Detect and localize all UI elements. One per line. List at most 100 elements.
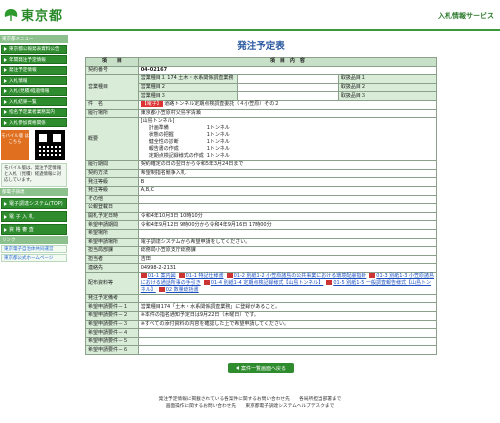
sidebar-item-bid-progress[interactable]: 入札(見積)経過情報 bbox=[1, 86, 67, 96]
business-category-label: 営業種目２ bbox=[137, 82, 238, 93]
outline-item: 状態の把握 1トンネル bbox=[141, 132, 434, 139]
business-category-value: 174 土木・水系関係調査業務 bbox=[167, 75, 234, 82]
e-bidding-label: 電 子 入 札 bbox=[9, 214, 34, 220]
back-to-list-button[interactable]: 案件一覧画面へ戻る bbox=[228, 363, 294, 374]
footer-helpdesk-line: 画面操作に関するお問い合わせ先 東京都電子調達システムヘルプデスクまで bbox=[165, 404, 335, 409]
sidebar-item-qualification[interactable]: 入札参加資格関係 bbox=[1, 118, 67, 127]
link-tokyo-homepage[interactable]: 東京都公式ホームページ bbox=[1, 254, 67, 262]
pdf-icon bbox=[178, 272, 185, 278]
outline-cell: [山島トンネル] 計画準備 1トンネル 状態の把握 1トンネル 健全性の診断 1トンネ… bbox=[137, 117, 438, 162]
row-value bbox=[137, 293, 438, 304]
header-content: 項 目 内 容 bbox=[137, 57, 438, 67]
row-value: 令和4年9月12日 9時00分から令和4年9月16日 17時00分 bbox=[137, 220, 438, 230]
procurement-top-button[interactable]: 電子調達システム(TOP) bbox=[1, 198, 67, 209]
table-row: 担当者 吉田 bbox=[85, 254, 438, 265]
row-value: 令和4年10月3日 10時10分 bbox=[137, 211, 438, 222]
row-value bbox=[137, 203, 438, 213]
sidebar-item-announcement[interactable]: 東京都公報発表資料公告 bbox=[1, 44, 67, 54]
table-row: 開札予定日時 令和4年10月3日 10時10分 bbox=[85, 211, 438, 222]
document-link[interactable]: 01-1 特記仕様書 bbox=[186, 273, 224, 279]
mobile-banner[interactable]: モバイル版 はこちら bbox=[1, 130, 67, 160]
table-row: 営業種目３ 取扱品目３ bbox=[86, 91, 438, 101]
pdf-icon bbox=[158, 286, 165, 292]
table-row: 連絡先 04998-2-2131 bbox=[85, 263, 438, 273]
table-header-row: 項 目 項 目 内 容 bbox=[85, 57, 438, 67]
table-row: 概要 [山島トンネル] 計画準備 1トンネル 状態の把握 1トンネル 健全性の診断 1… bbox=[85, 117, 438, 162]
sidebar-item-bid-info[interactable]: 入札情報 bbox=[1, 76, 67, 85]
arrow-right-icon bbox=[4, 110, 7, 114]
e-bidding-button[interactable]: 電 子 入 札 bbox=[1, 211, 67, 222]
table-row: 担当局部課 総務局小笠原支庁総務課 bbox=[85, 246, 438, 256]
row-label: 希望申請場所 bbox=[85, 237, 139, 248]
table-row: 希望申請場所 電子調達システムから希望申請をしてください。 bbox=[85, 237, 438, 248]
pdf-icon bbox=[369, 272, 376, 278]
table-row: 営業種目２ 取扱品目２ bbox=[86, 82, 438, 93]
row-value bbox=[137, 336, 438, 347]
row-label: 開札予定日時 bbox=[85, 211, 139, 222]
outline-item: 健全性の診断 1トンネル bbox=[141, 139, 434, 146]
row-label: 契約方法 bbox=[85, 168, 139, 179]
table-row: 希望申請期間 令和4年9月12日 9時00分から令和4年9月16日 17時00分 bbox=[85, 220, 438, 230]
table-row: 契約方法 希望制指名競争入札 bbox=[85, 168, 438, 179]
table-row: 履行場所 東京都小笠原村父島字清瀬 bbox=[85, 108, 438, 119]
row-value bbox=[137, 345, 438, 356]
location-value: 東京都小笠原村父島字清瀬 bbox=[137, 108, 438, 119]
row-label: 配布資料等 bbox=[85, 271, 139, 295]
main-content: 発注予定表 項 目 項 目 内 容 契約番号 04-02167 営業種目 営業種… bbox=[85, 34, 438, 374]
row-value: 吉田 bbox=[137, 254, 438, 265]
note-rows: 発注予定備考 希望申請要件－１ 営業種目174「土木・水系関係調査業務」に登録がある… bbox=[85, 293, 438, 356]
row-label: 希望申請要件－３ bbox=[85, 319, 139, 330]
table-row: 希望申請要件－３ ※すべての添付資料の内容を確認した上で希望申請してください。 bbox=[85, 319, 438, 330]
subject-text: 道路トンネル定期点検調査委託（４小笠原）その２ bbox=[164, 101, 280, 108]
sidebar-item-label: 入札(見積)経過情報 bbox=[9, 89, 50, 94]
contract-number: 04-02167 bbox=[137, 65, 438, 76]
row-value: 営業種目174「土木・水系関係調査業務」に登録があること。 bbox=[137, 302, 438, 313]
row-label: 希望申請要件－２ bbox=[85, 311, 139, 321]
sidebar-item-bid-results[interactable]: 入札結果一覧 bbox=[1, 97, 67, 106]
document-link[interactable]: 01-4 別紙1-4 定期点検記録様式【山島トンネル】 bbox=[211, 280, 324, 286]
sidebar-item-label: 指名予定業者業務案内 bbox=[9, 110, 55, 115]
business-category-label: 営業種目３ bbox=[137, 91, 238, 101]
procurement-top-label: 電子調達システム(TOP) bbox=[9, 201, 63, 207]
table-row: 希望申請要件－５ bbox=[85, 336, 438, 347]
outline-item-name: 定期点検記録様式の作成 bbox=[148, 153, 204, 160]
handling-item-label: 取扱品目３ bbox=[337, 91, 438, 101]
row-value bbox=[137, 194, 438, 205]
sidebar-item-order-plan[interactable]: 発注予定情報 bbox=[1, 65, 67, 75]
document-link[interactable]: 02 数量総括書 bbox=[166, 287, 199, 293]
table-row: 希望申請要件－２ ※本件の指名通知予定日は9月22日（木曜日）です。 bbox=[85, 311, 438, 321]
ginkgo-icon bbox=[4, 8, 18, 21]
mobile-phone-icon: モバイル版 はこちら bbox=[1, 130, 29, 160]
arrow-right-icon bbox=[4, 47, 7, 51]
pdf-icon bbox=[203, 279, 210, 285]
row-label: 履行期間 bbox=[85, 160, 139, 170]
link-shared-operation[interactable]: 東京電子自治体共同運営 bbox=[1, 245, 67, 253]
row-label: 公報登載日 bbox=[85, 203, 139, 213]
qualification-review-label: 資 格 審 査 bbox=[9, 227, 34, 233]
sidebar-heading-menu: 東京都メニュー bbox=[0, 35, 68, 43]
table-row: その他 bbox=[85, 194, 438, 205]
pdf-icon bbox=[326, 279, 333, 285]
business-category-label: 営業種目１ bbox=[140, 75, 166, 82]
mobile-note: モバイル版は、発注予定情報と入札（見積）経過情報に対応しています。 bbox=[1, 163, 67, 187]
tokyo-logo[interactable]: 東京都 bbox=[3, 5, 63, 24]
qualification-review-button[interactable]: 資 格 審 査 bbox=[1, 224, 67, 235]
document-link[interactable]: 01-2 別紙1-2 小笠原諸島の公共事業における環境配慮指針 bbox=[234, 273, 367, 279]
row-label: 希望申請要件－１ bbox=[85, 302, 139, 313]
sidebar-item-nominee-guide[interactable]: 指名予定業者業務案内 bbox=[1, 107, 67, 117]
row-value: 電子調達システムから希望申請をしてください。 bbox=[137, 237, 438, 248]
empty-cell bbox=[236, 74, 339, 84]
header-divider bbox=[0, 29, 500, 31]
row-label: 件 名 bbox=[85, 99, 139, 110]
sidebar-heading-procurement: 都電子調達 bbox=[0, 188, 68, 196]
row-label: 概要 bbox=[85, 117, 139, 162]
arrow-right-icon bbox=[4, 89, 7, 93]
table-row: 希望申請要件－４ bbox=[85, 328, 438, 338]
empty-cell bbox=[236, 91, 339, 101]
table-row: 配布資料等 01-1 案内図 01-1 特記仕様書 01-2 別紙1-2 小笠原諸島… bbox=[85, 271, 438, 295]
qr-code-icon bbox=[35, 130, 65, 160]
sidebar-item-annual-plan[interactable]: 年間発注予定情報 bbox=[1, 55, 67, 64]
handling-item-label: 取扱品目２ bbox=[337, 82, 438, 93]
document-link[interactable]: 01-1 案内図 bbox=[148, 273, 176, 279]
outline-item: 計画準備 1トンネル bbox=[141, 125, 434, 132]
